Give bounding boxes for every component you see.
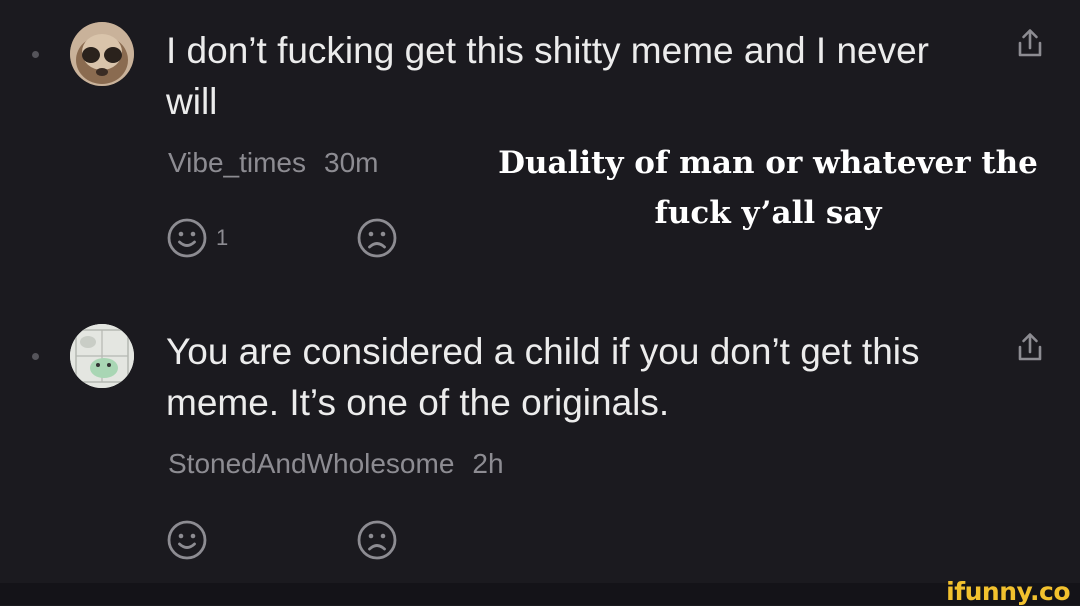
dislike-button[interactable] (356, 214, 398, 262)
like-button[interactable]: 1 (166, 214, 228, 262)
share-icon (1018, 29, 1042, 57)
share-button[interactable] (1012, 26, 1048, 62)
overlay-caption: Duality of man or whatever the fuck y’al… (462, 138, 1074, 238)
like-button[interactable] (166, 516, 208, 564)
timestamp: 2h (472, 448, 504, 479)
thread-bullet (32, 353, 39, 360)
footer-bar (0, 583, 1080, 605)
timestamp: 30m (324, 147, 379, 178)
frown-icon (357, 520, 397, 560)
frown-icon (357, 218, 397, 258)
smile-icon (167, 520, 207, 560)
avatar-image (70, 324, 134, 388)
smile-icon (167, 218, 207, 258)
username[interactable]: Vibe_times (168, 147, 306, 178)
share-button[interactable] (1012, 330, 1048, 366)
avatar[interactable] (70, 22, 134, 86)
overlay-line-2: fuck y’all say (654, 195, 882, 231)
username[interactable]: StonedAndWholesome (168, 448, 454, 479)
overlay-line-1: Duality of man or whatever the (498, 145, 1038, 181)
thread-bullet (32, 51, 39, 58)
comment-text: I don’t fucking get this shitty meme and… (166, 30, 929, 122)
avatar-image (70, 22, 134, 86)
share-icon (1018, 333, 1042, 361)
comment-meta: Vibe_times 30m (168, 146, 378, 180)
watermark: ifunny.co (946, 577, 1070, 606)
comment-text: You are considered a child if you don’t … (166, 331, 920, 423)
like-count: 1 (216, 225, 229, 250)
dislike-button[interactable] (356, 516, 398, 564)
comment-meta: StonedAndWholesome 2h (168, 447, 504, 481)
avatar[interactable] (70, 324, 134, 388)
